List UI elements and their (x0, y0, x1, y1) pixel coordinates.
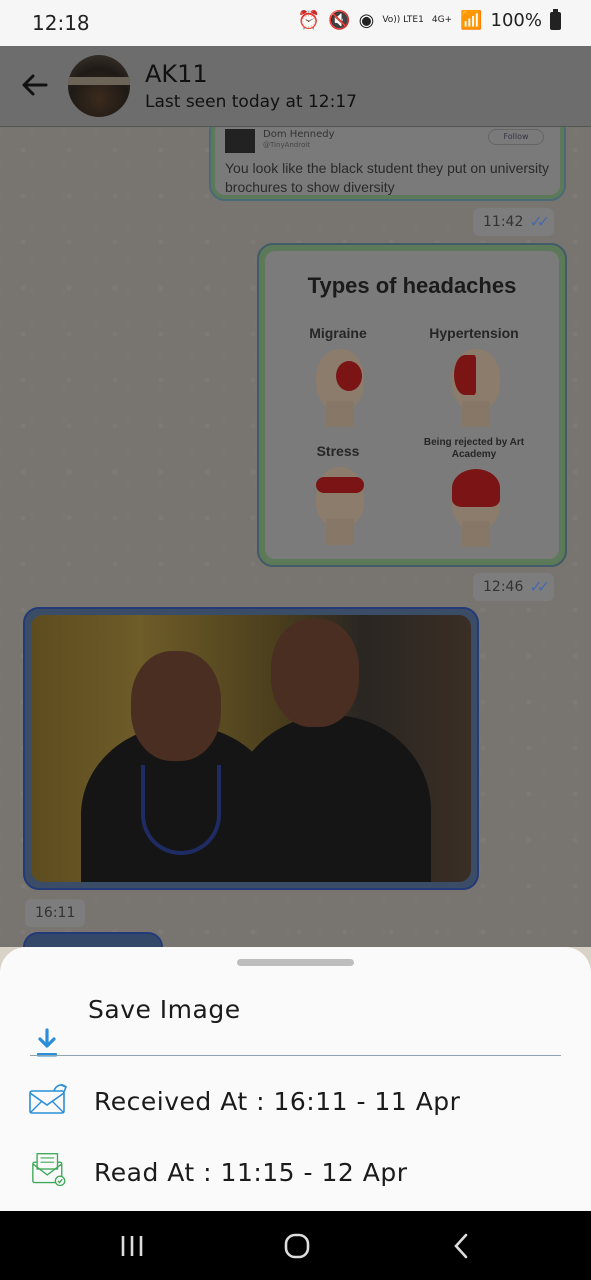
message-time-text: 11:42 (483, 214, 524, 230)
tweet-screenshot: Dom Hennedy @TinyAndroit Follow You look… (215, 127, 560, 195)
lte-icon: Vo)) LTE1 (382, 15, 424, 25)
head-illustration (308, 349, 368, 427)
head-illustration (308, 467, 368, 545)
message-options-sheet: Save Image Received At : 16:11 - 11 Apr … (0, 947, 591, 1211)
tweet-avatar (225, 129, 255, 153)
meme-cell-art-academy: Being rejected by Art Academy (409, 437, 539, 547)
last-seen-status: Last seen today at 12:17 (145, 92, 357, 112)
home-icon[interactable] (277, 1230, 317, 1262)
sheet-divider (30, 1055, 561, 1056)
avatar[interactable] (68, 55, 130, 117)
meme-label: Being rejected by Art Academy (423, 437, 525, 460)
meme-cell-stress: Stress (273, 443, 403, 545)
message-time-text: 12:46 (483, 579, 524, 595)
meme-cell-migraine: Migraine (273, 325, 403, 427)
hotspot-icon: ◉ (358, 10, 375, 31)
mute-icon: 🔇 (328, 10, 351, 31)
received-mail-icon (29, 1084, 68, 1114)
head-illustration (444, 349, 504, 427)
tweet-follow-button: Follow (488, 129, 544, 145)
alarm-icon: ⏰ (297, 10, 321, 31)
message-time-text: 16:11 (35, 905, 76, 921)
meme-label: Hypertension (429, 325, 519, 341)
message-time: 11:42 ✓✓ (473, 208, 555, 236)
tweet-author: Dom Hennedy (263, 129, 335, 140)
photo-image (31, 615, 471, 882)
tweet-handle: @TinyAndroit (263, 141, 310, 149)
read-at-label: Read At : 11:15 - 12 Apr (94, 1157, 408, 1187)
contact-name[interactable]: AK11 (145, 60, 208, 88)
sheet-drag-handle[interactable] (237, 959, 354, 966)
head-illustration (444, 469, 504, 547)
back-arrow-icon[interactable] (18, 68, 52, 102)
status-icons: ⏰ 🔇 ◉ Vo)) LTE1 4G+ 📶 100% (297, 8, 561, 31)
chat-header: AK11 Last seen today at 12:17 (0, 46, 591, 127)
incoming-message-photo[interactable] (23, 607, 479, 890)
message-time: 16:11 (25, 899, 86, 927)
tweet-text: You look like the black student they put… (225, 160, 550, 195)
message-time: 12:46 ✓✓ (473, 573, 555, 601)
outgoing-message-meme[interactable]: Types of headaches Migraine Hypertension… (257, 243, 567, 567)
signal-icon: 📶 (460, 10, 483, 31)
recent-apps-icon[interactable] (112, 1230, 152, 1262)
status-time: 12:18 (32, 11, 90, 35)
double-check-icon: ✓✓ (529, 212, 550, 231)
save-image-row[interactable]: Save Image (0, 983, 591, 1057)
system-nav-bar (0, 1211, 591, 1280)
network-type: 4G+ (431, 15, 453, 25)
read-mail-icon (32, 1153, 66, 1186)
meme-title: Types of headaches (307, 273, 517, 298)
incoming-message-partial[interactable] (23, 932, 163, 947)
chat-area: Dom Hennedy @TinyAndroit Follow You look… (0, 127, 591, 947)
battery-icon (550, 8, 561, 30)
received-at-label: Received At : 16:11 - 11 Apr (94, 1086, 461, 1116)
download-icon (37, 1028, 57, 1057)
save-image-label: Save Image (88, 994, 241, 1024)
received-at-row: Received At : 16:11 - 11 Apr (0, 1077, 591, 1125)
outgoing-message-tweet[interactable]: Dom Hennedy @TinyAndroit Follow You look… (209, 127, 566, 201)
read-at-row: Read At : 11:15 - 12 Apr (0, 1148, 591, 1196)
meme-cell-hypertension: Hypertension (409, 325, 539, 427)
meme-label: Migraine (309, 325, 367, 341)
meme-label: Stress (316, 443, 360, 459)
double-check-icon: ✓✓ (529, 577, 550, 596)
battery-percent: 100% (490, 10, 542, 31)
meme-image: Types of headaches Migraine Hypertension… (265, 251, 559, 559)
back-nav-icon[interactable] (442, 1230, 482, 1262)
status-bar: 12:18 ⏰ 🔇 ◉ Vo)) LTE1 4G+ 📶 100% (0, 0, 591, 46)
